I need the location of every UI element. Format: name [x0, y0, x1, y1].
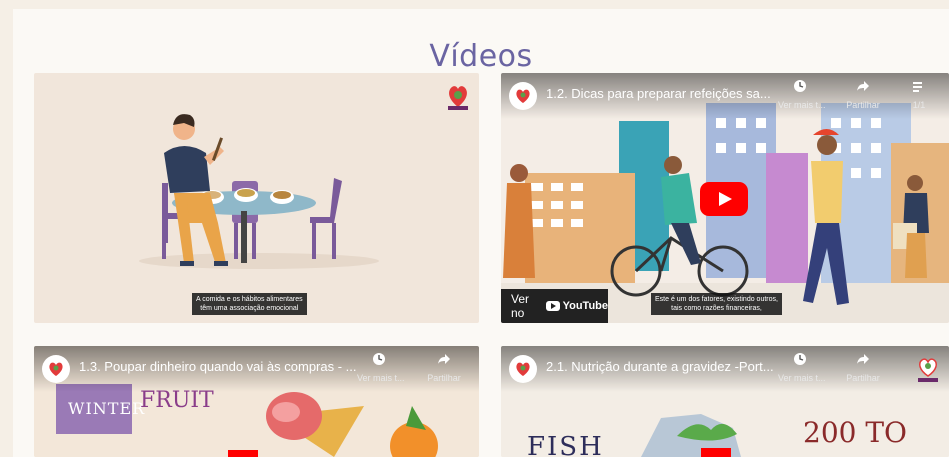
caption-line: A comida e os hábitos alimentares: [196, 296, 303, 303]
video-thumbnail: [139, 114, 379, 269]
watch-later-button[interactable]: Ver mais t...: [778, 79, 826, 110]
watch-later-button[interactable]: Ver mais t...: [778, 352, 826, 383]
video-card-save-money[interactable]: WINTER FRUIT 1.3. Poupar dinheiro quando…: [34, 346, 479, 457]
subtitle-caption: A comida e os hábitos alimentares têm um…: [192, 293, 307, 315]
share-label: Partilhar: [427, 373, 461, 383]
diversify-logo-icon: [915, 354, 941, 384]
watch-later-label: Ver mais t...: [778, 100, 826, 110]
video-card-emotional-eating[interactable]: A comida e os hábitos alimentares têm um…: [34, 73, 479, 323]
share-label: Partilhar: [846, 100, 880, 110]
channel-avatar-icon[interactable]: [42, 355, 70, 383]
share-arrow-icon: [857, 354, 869, 364]
video-title[interactable]: 1.2. Dicas para preparar refeições sa...: [546, 86, 771, 101]
watch-later-label: Ver mais t...: [357, 373, 405, 383]
playlist-button[interactable]: 1/1: [899, 79, 939, 110]
scene-text-fruit: FRUIT: [140, 388, 214, 413]
clock-icon: [373, 353, 385, 365]
clock-icon: [794, 353, 806, 365]
youtube-wordmark: YouTube: [562, 300, 608, 312]
watch-on-label: Ver no: [511, 292, 530, 320]
playlist-icon: [913, 82, 922, 92]
channel-avatar-icon[interactable]: [509, 355, 537, 383]
share-button[interactable]: Partilhar: [841, 79, 885, 110]
caption-line: tais como razões financeiras,: [671, 305, 762, 312]
section-title: Vídeos: [429, 39, 533, 75]
subtitle-caption: Este é um dos fatores, existindo outros,…: [651, 293, 782, 315]
share-button[interactable]: Partilhar: [841, 352, 885, 383]
video-title[interactable]: 1.3. Poupar dinheiro quando vai às compr…: [79, 359, 357, 374]
share-button[interactable]: Partilhar: [422, 352, 466, 383]
play-button[interactable]: [700, 182, 748, 216]
channel-avatar-icon[interactable]: [509, 82, 537, 110]
caption-line: Este é um dos fatores, existindo outros,: [655, 296, 778, 303]
playlist-count: 1/1: [912, 100, 926, 110]
watch-later-label: Ver mais t...: [778, 373, 826, 383]
clock-icon: [794, 80, 806, 92]
watch-later-button[interactable]: Ver mais t...: [357, 352, 405, 383]
video-title[interactable]: 2.1. Nutrição durante a gravidez -Port..…: [546, 359, 774, 374]
scene-text-winter: WINTER: [68, 399, 146, 418]
share-arrow-icon: [438, 354, 450, 364]
video-card-meal-tips[interactable]: 1.2. Dicas para preparar refeições sa...…: [501, 73, 949, 323]
diversify-logo-icon: [445, 81, 471, 111]
videos-section: Vídeos A comida e os hábitos alimentares…: [13, 9, 949, 457]
caption-line: têm uma associação emocional: [200, 305, 299, 312]
scene-text-fish: FISH: [527, 432, 604, 457]
share-label: Partilhar: [846, 373, 880, 383]
share-arrow-icon: [857, 81, 869, 91]
youtube-logo-icon: YouTube: [545, 300, 608, 312]
watch-on-youtube-button[interactable]: Ver no YouTube: [501, 289, 608, 323]
video-card-pregnancy-nutrition[interactable]: FISH 200 TO 2.1. Nutrição durante a grav…: [501, 346, 949, 457]
scene-text-amount: 200 TO: [803, 416, 907, 449]
